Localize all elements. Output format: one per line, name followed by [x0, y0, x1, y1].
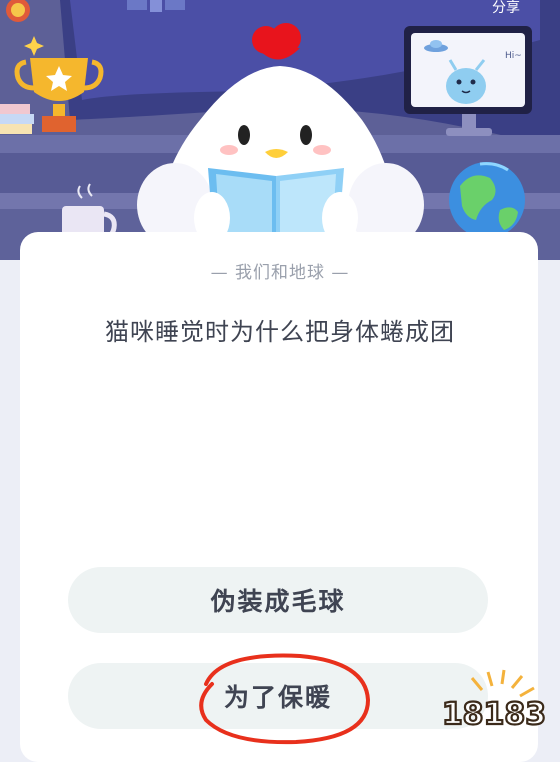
sun-rays-icon [470, 669, 535, 698]
watermark-graphic: 18183 [441, 669, 547, 733]
watermark-logo: 18183 [436, 666, 554, 740]
option-button-2[interactable]: 为了保暖 [68, 663, 488, 729]
monitor-greeting: Hi~ [505, 51, 522, 61]
header-scene: Hi~ 分享 [0, 0, 560, 260]
watermark-text: 18183 [442, 697, 546, 732]
quiz-question: 猫咪睡觉时为什么把身体蜷成团 [105, 318, 455, 346]
quiz-category: — 我们和地球 — [210, 263, 350, 283]
share-button[interactable]: 分享 [492, 0, 520, 16]
option-label: 伪装成毛球 [210, 587, 346, 616]
books-icon [0, 104, 34, 134]
globe-icon [449, 162, 525, 238]
scene-illustration: Hi~ [0, 0, 560, 260]
option-button-1[interactable]: 伪装成毛球 [68, 567, 488, 633]
option-label: 为了保暖 [223, 683, 332, 712]
